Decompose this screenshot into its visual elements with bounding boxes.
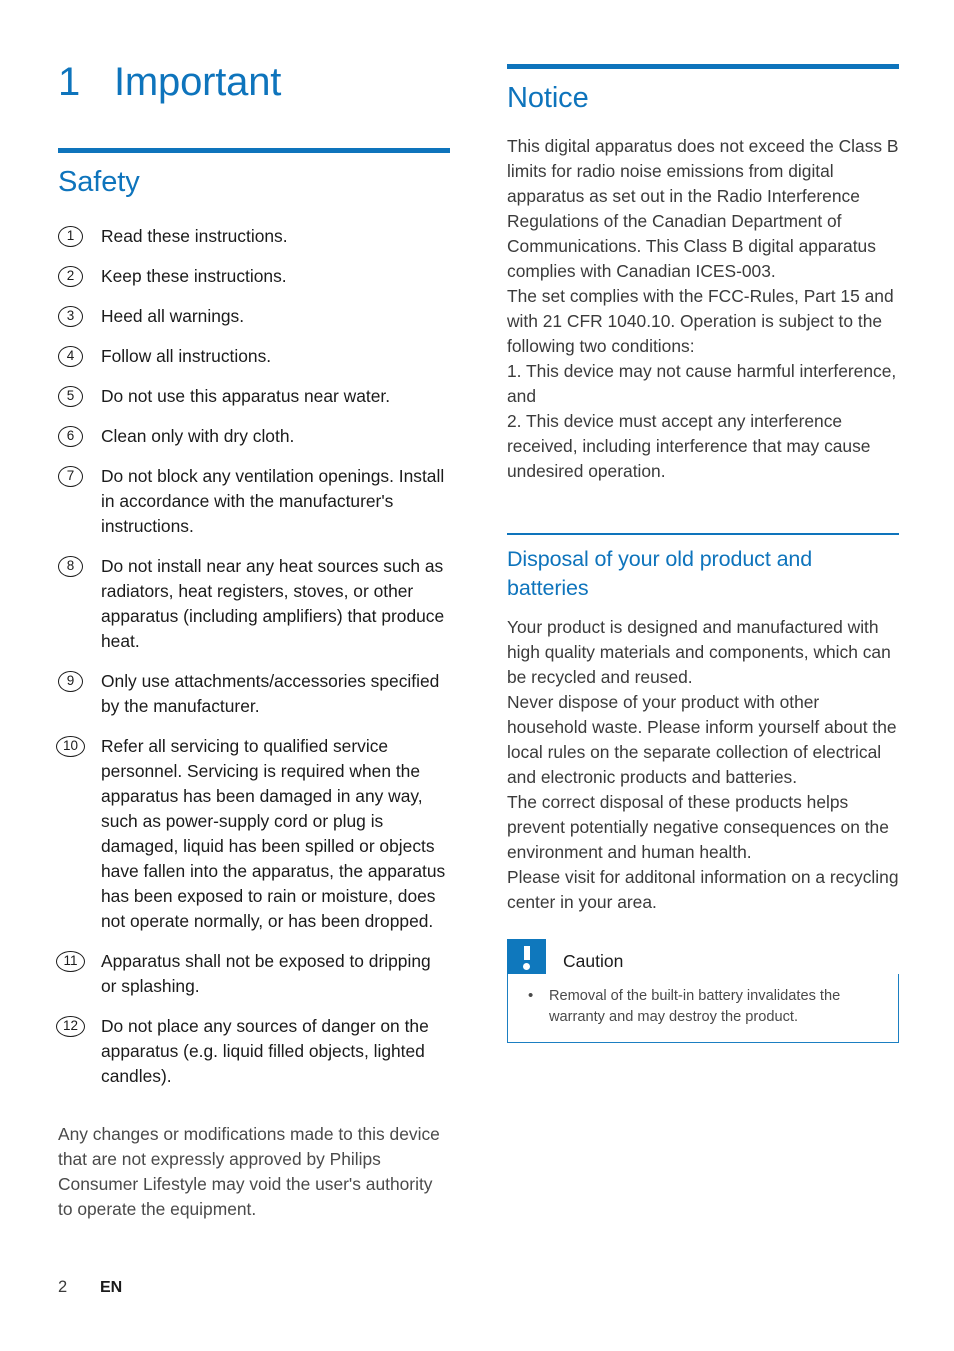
safety-item-number: 3 bbox=[58, 306, 83, 328]
safety-item: 2 Keep these instructions. bbox=[58, 264, 450, 289]
safety-item-number: 5 bbox=[58, 386, 83, 408]
notice-heading: Notice bbox=[507, 82, 589, 114]
exclamation-icon bbox=[507, 939, 546, 975]
notice-paragraph-line: The set complies with the FCC-Rules, Par… bbox=[507, 286, 894, 357]
caution-header: Caution bbox=[507, 939, 899, 975]
safety-item: 3 Heed all warnings. bbox=[58, 304, 450, 329]
safety-item-text: Follow all instructions. bbox=[101, 346, 272, 367]
safety-item-text: Do not block any ventilation openings. I… bbox=[101, 466, 445, 537]
safety-item-text: Clean only with dry cloth. bbox=[101, 426, 295, 447]
fcc-modifications-paragraph: Any changes or modifications made to thi… bbox=[58, 1124, 440, 1220]
notice-paragraph: This digital apparatus does not exceed t… bbox=[507, 134, 899, 484]
safety-item: 10 Refer all servicing to qualified servi… bbox=[56, 734, 450, 934]
disposal-section: Disposal of your old product and batteri… bbox=[507, 533, 899, 1044]
safety-item-number: 7 bbox=[58, 466, 83, 488]
safety-item-text: Only use attachments/accessories specifi… bbox=[101, 671, 440, 717]
document-page: 1 Important Safety 1 Read these instructio… bbox=[0, 0, 954, 1351]
page-footer: 2 EN bbox=[58, 1278, 458, 1297]
disposal-paragraph-line: Your product is designed and manufacture… bbox=[507, 617, 891, 688]
caution-title: Caution bbox=[563, 950, 624, 971]
disposal-paragraph-line: Please visit for additonal information o… bbox=[507, 867, 899, 913]
safety-item: 4 Follow all instructions. bbox=[58, 344, 450, 369]
safety-item-number: 9 bbox=[58, 671, 83, 693]
safety-item-text: Refer all servicing to qualified service… bbox=[101, 736, 446, 932]
safety-item-text: Heed all warnings. bbox=[101, 306, 245, 327]
caution-item: Removal of the built-in battery invalida… bbox=[522, 985, 884, 1028]
safety-item-number: 11 bbox=[56, 951, 85, 973]
safety-item-number: 4 bbox=[58, 346, 83, 368]
safety-instructions-list: 1 Read these instructions. 2 Keep these ins… bbox=[56, 224, 450, 1089]
safety-item-number: 1 bbox=[58, 226, 83, 248]
footer-page-number: 2 bbox=[58, 1278, 68, 1296]
disposal-paragraph: Your product is designed and manufacture… bbox=[507, 615, 899, 915]
notice-paragraph-line: 1. This device may not cause harmful int… bbox=[507, 361, 897, 407]
caution-box: Caution Removal of the built-in battery … bbox=[507, 939, 899, 1044]
safety-item-text: Read these instructions. bbox=[101, 226, 288, 247]
safety-item: 5 Do not use this apparatus near water. bbox=[58, 384, 450, 409]
safety-item: 12 Do not place any sources of danger on … bbox=[56, 1014, 450, 1089]
notice-paragraph-line: This digital apparatus does not exceed t… bbox=[507, 136, 899, 282]
safety-item: 11 Apparatus shall not be exposed to drip… bbox=[56, 949, 450, 999]
notice-paragraph-line: 2. This device must accept any interfere… bbox=[507, 411, 871, 482]
safety-item-text: Keep these instructions. bbox=[101, 266, 287, 287]
left-column: Safety 1 Read these instructions. 2 Keep th… bbox=[56, 148, 450, 1222]
footer-language: EN bbox=[100, 1279, 123, 1296]
safety-item-text: Do not use this apparatus near water. bbox=[101, 386, 391, 407]
safety-item: 1 Read these instructions. bbox=[58, 224, 450, 249]
caution-body: Removal of the built-in battery invalida… bbox=[507, 974, 899, 1044]
safety-item: 8 Do not install near any heat sources su… bbox=[58, 554, 450, 654]
safety-item-number: 12 bbox=[56, 1016, 85, 1038]
safety-item: 7 Do not block any ventilation openings. … bbox=[58, 464, 450, 539]
safety-item-number: 6 bbox=[58, 426, 83, 448]
chapter-title: 1 Important bbox=[58, 60, 450, 105]
safety-item-number: 2 bbox=[58, 266, 83, 288]
safety-item-number: 8 bbox=[58, 556, 83, 578]
right-column: Notice This digital apparatus does not e… bbox=[507, 64, 899, 484]
disposal-paragraph-line: Never dispose of your product with other… bbox=[507, 692, 897, 788]
safety-item-text: Do not install near any heat sources suc… bbox=[101, 556, 445, 652]
safety-item: 9 Only use attachments/accessories specif… bbox=[58, 669, 450, 719]
chapter-title-text: Important bbox=[114, 60, 282, 104]
disposal-heading: Disposal of your old product and batteri… bbox=[507, 547, 813, 601]
safety-item-number: 10 bbox=[56, 736, 85, 758]
chapter-number: 1 bbox=[58, 60, 81, 104]
safety-heading: Safety bbox=[58, 166, 140, 198]
safety-item-text: Do not place any sources of danger on th… bbox=[101, 1016, 429, 1087]
disposal-paragraph-line: The correct disposal of these products h… bbox=[507, 792, 889, 863]
safety-item-text: Apparatus shall not be exposed to drippi… bbox=[101, 951, 431, 997]
safety-item: 6 Clean only with dry cloth. bbox=[58, 424, 450, 449]
